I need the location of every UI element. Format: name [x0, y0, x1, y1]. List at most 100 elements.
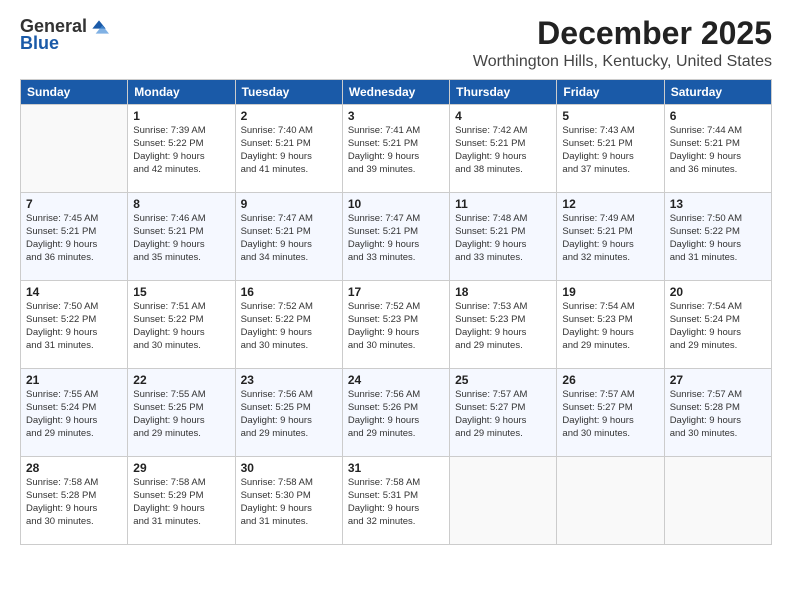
- day-info: Sunrise: 7:47 AM Sunset: 5:21 PM Dayligh…: [241, 213, 337, 264]
- calendar-cell: 14 Sunrise: 7:50 AM Sunset: 5:22 PM Dayli…: [21, 281, 128, 369]
- logo-icon: [89, 17, 109, 37]
- day-number: 1: [133, 109, 229, 123]
- calendar-cell: 20Sunrise: 7:54 AM Sunset: 5:24 PM Dayli…: [664, 281, 771, 369]
- day-number: 7: [26, 197, 122, 211]
- page-header: General Blue December 2025 Worthington H…: [20, 16, 772, 71]
- day-info: Sunrise: 7:55 AM Sunset: 5:25 PM Dayligh…: [133, 389, 229, 440]
- calendar-cell: 21 Sunrise: 7:55 AM Sunset: 5:24 PM Dayli…: [21, 369, 128, 457]
- day-info: Sunrise: 7:58 AM Sunset: 5:31 PM Dayligh…: [348, 477, 444, 528]
- calendar-cell: 13Sunrise: 7:50 AM Sunset: 5:22 PM Dayli…: [664, 193, 771, 281]
- calendar-cell: 31 Sunrise: 7:58 AM Sunset: 5:31 PM Dayli…: [342, 457, 449, 545]
- day-number: 13: [670, 197, 766, 211]
- weekday-header: Monday: [128, 80, 235, 105]
- calendar-cell: 8 Sunrise: 7:46 AM Sunset: 5:21 PM Daylig…: [128, 193, 235, 281]
- calendar-cell: 4 Sunrise: 7:42 AM Sunset: 5:21 PM Daylig…: [450, 105, 557, 193]
- weekday-header: Wednesday: [342, 80, 449, 105]
- day-info: Sunrise: 7:42 AM Sunset: 5:21 PM Dayligh…: [455, 125, 551, 176]
- calendar-cell: 3 Sunrise: 7:41 AM Sunset: 5:21 PM Daylig…: [342, 105, 449, 193]
- calendar-cell: 28Sunrise: 7:58 AM Sunset: 5:28 PM Dayli…: [21, 457, 128, 545]
- day-number: 22: [133, 373, 229, 387]
- day-number: 11: [455, 197, 551, 211]
- title-block: December 2025 Worthington Hills, Kentuck…: [473, 16, 772, 71]
- calendar-week-row: 28Sunrise: 7:58 AM Sunset: 5:28 PM Dayli…: [21, 457, 772, 545]
- day-info: Sunrise: 7:54 AM Sunset: 5:24 PM Dayligh…: [670, 301, 766, 352]
- calendar-cell: 24 Sunrise: 7:56 AM Sunset: 5:26 PM Dayli…: [342, 369, 449, 457]
- weekday-header: Saturday: [664, 80, 771, 105]
- calendar-week-row: 1 Sunrise: 7:39 AM Sunset: 5:22 PM Daylig…: [21, 105, 772, 193]
- calendar-cell: 29 Sunrise: 7:58 AM Sunset: 5:29 PM Dayli…: [128, 457, 235, 545]
- day-number: 14: [26, 285, 122, 299]
- day-number: 26: [562, 373, 658, 387]
- day-info: Sunrise: 7:54 AM Sunset: 5:23 PM Dayligh…: [562, 301, 658, 352]
- calendar-cell: 19 Sunrise: 7:54 AM Sunset: 5:23 PM Dayli…: [557, 281, 664, 369]
- calendar-cell: 1 Sunrise: 7:39 AM Sunset: 5:22 PM Daylig…: [128, 105, 235, 193]
- day-number: 21: [26, 373, 122, 387]
- day-info: Sunrise: 7:46 AM Sunset: 5:21 PM Dayligh…: [133, 213, 229, 264]
- day-number: 29: [133, 461, 229, 475]
- day-number: 9: [241, 197, 337, 211]
- day-number: 6: [670, 109, 766, 123]
- day-number: 27: [670, 373, 766, 387]
- logo: General Blue: [20, 16, 109, 54]
- day-info: Sunrise: 7:56 AM Sunset: 5:25 PM Dayligh…: [241, 389, 337, 440]
- day-number: 8: [133, 197, 229, 211]
- calendar-cell: 9 Sunrise: 7:47 AM Sunset: 5:21 PM Daylig…: [235, 193, 342, 281]
- day-number: 24: [348, 373, 444, 387]
- calendar-cell: 18Sunrise: 7:53 AM Sunset: 5:23 PM Dayli…: [450, 281, 557, 369]
- calendar-cell: [557, 457, 664, 545]
- day-number: 19: [562, 285, 658, 299]
- calendar-cell: 15Sunrise: 7:51 AM Sunset: 5:22 PM Dayli…: [128, 281, 235, 369]
- calendar-cell: 10Sunrise: 7:47 AM Sunset: 5:21 PM Dayli…: [342, 193, 449, 281]
- calendar-cell: 12 Sunrise: 7:49 AM Sunset: 5:21 PM Dayli…: [557, 193, 664, 281]
- weekday-header: Friday: [557, 80, 664, 105]
- day-info: Sunrise: 7:58 AM Sunset: 5:29 PM Dayligh…: [133, 477, 229, 528]
- calendar-cell: 27 Sunrise: 7:57 AM Sunset: 5:28 PM Dayli…: [664, 369, 771, 457]
- day-number: 17: [348, 285, 444, 299]
- day-number: 15: [133, 285, 229, 299]
- day-info: Sunrise: 7:40 AM Sunset: 5:21 PM Dayligh…: [241, 125, 337, 176]
- day-info: Sunrise: 7:39 AM Sunset: 5:22 PM Dayligh…: [133, 125, 229, 176]
- day-info: Sunrise: 7:50 AM Sunset: 5:22 PM Dayligh…: [26, 301, 122, 352]
- calendar-cell: 7 Sunrise: 7:45 AM Sunset: 5:21 PM Daylig…: [21, 193, 128, 281]
- weekday-header: Tuesday: [235, 80, 342, 105]
- day-number: 4: [455, 109, 551, 123]
- day-number: 23: [241, 373, 337, 387]
- calendar-week-row: 14 Sunrise: 7:50 AM Sunset: 5:22 PM Dayli…: [21, 281, 772, 369]
- day-number: 5: [562, 109, 658, 123]
- day-info: Sunrise: 7:41 AM Sunset: 5:21 PM Dayligh…: [348, 125, 444, 176]
- calendar-cell: 2 Sunrise: 7:40 AM Sunset: 5:21 PM Daylig…: [235, 105, 342, 193]
- location-title: Worthington Hills, Kentucky, United Stat…: [473, 53, 772, 71]
- month-title: December 2025: [473, 16, 772, 51]
- weekday-header-row: SundayMondayTuesdayWednesdayThursdayFrid…: [21, 80, 772, 105]
- weekday-header: Thursday: [450, 80, 557, 105]
- calendar-cell: [450, 457, 557, 545]
- calendar-cell: [21, 105, 128, 193]
- calendar-cell: 5 Sunrise: 7:43 AM Sunset: 5:21 PM Daylig…: [557, 105, 664, 193]
- calendar-cell: [664, 457, 771, 545]
- day-info: Sunrise: 7:56 AM Sunset: 5:26 PM Dayligh…: [348, 389, 444, 440]
- day-info: Sunrise: 7:49 AM Sunset: 5:21 PM Dayligh…: [562, 213, 658, 264]
- day-number: 25: [455, 373, 551, 387]
- calendar-cell: 30 Sunrise: 7:58 AM Sunset: 5:30 PM Dayli…: [235, 457, 342, 545]
- day-info: Sunrise: 7:55 AM Sunset: 5:24 PM Dayligh…: [26, 389, 122, 440]
- day-info: Sunrise: 7:57 AM Sunset: 5:27 PM Dayligh…: [562, 389, 658, 440]
- calendar-cell: 16Sunrise: 7:52 AM Sunset: 5:22 PM Dayli…: [235, 281, 342, 369]
- day-number: 31: [348, 461, 444, 475]
- calendar-cell: 23 Sunrise: 7:56 AM Sunset: 5:25 PM Dayli…: [235, 369, 342, 457]
- day-number: 30: [241, 461, 337, 475]
- day-info: Sunrise: 7:58 AM Sunset: 5:28 PM Dayligh…: [26, 477, 122, 528]
- day-info: Sunrise: 7:57 AM Sunset: 5:28 PM Dayligh…: [670, 389, 766, 440]
- day-info: Sunrise: 7:52 AM Sunset: 5:22 PM Dayligh…: [241, 301, 337, 352]
- calendar-cell: 17Sunrise: 7:52 AM Sunset: 5:23 PM Dayli…: [342, 281, 449, 369]
- calendar-cell: 6 Sunrise: 7:44 AM Sunset: 5:21 PM Daylig…: [664, 105, 771, 193]
- day-number: 12: [562, 197, 658, 211]
- calendar-cell: 11Sunrise: 7:48 AM Sunset: 5:21 PM Dayli…: [450, 193, 557, 281]
- day-number: 3: [348, 109, 444, 123]
- calendar-week-row: 7 Sunrise: 7:45 AM Sunset: 5:21 PM Daylig…: [21, 193, 772, 281]
- day-number: 2: [241, 109, 337, 123]
- day-info: Sunrise: 7:58 AM Sunset: 5:30 PM Dayligh…: [241, 477, 337, 528]
- calendar-week-row: 21 Sunrise: 7:55 AM Sunset: 5:24 PM Dayli…: [21, 369, 772, 457]
- day-info: Sunrise: 7:43 AM Sunset: 5:21 PM Dayligh…: [562, 125, 658, 176]
- day-info: Sunrise: 7:44 AM Sunset: 5:21 PM Dayligh…: [670, 125, 766, 176]
- day-info: Sunrise: 7:45 AM Sunset: 5:21 PM Dayligh…: [26, 213, 122, 264]
